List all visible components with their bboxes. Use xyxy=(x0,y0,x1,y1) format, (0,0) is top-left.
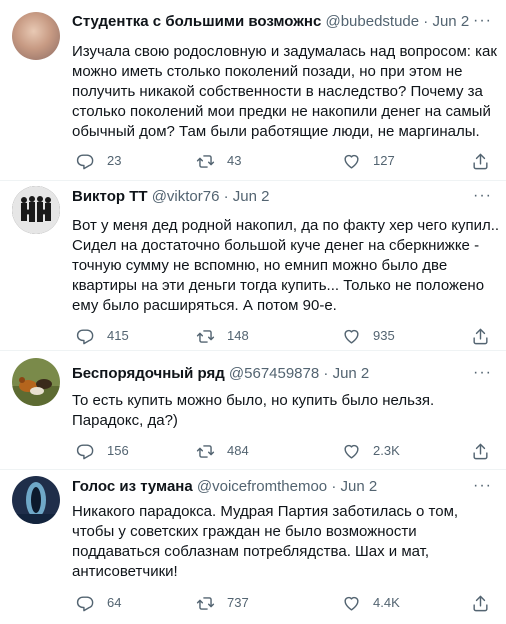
author-name[interactable]: Студентка с большими возможнс xyxy=(72,13,321,30)
more-options-icon[interactable]: ··· xyxy=(473,187,492,205)
like-button[interactable]: 127 xyxy=(342,151,395,171)
like-count: 2.3K xyxy=(373,443,400,458)
share-icon xyxy=(473,595,488,611)
share-icon xyxy=(473,153,488,169)
reply-count: 415 xyxy=(107,328,129,343)
like-count: 935 xyxy=(373,328,395,343)
reply-button[interactable]: 23 xyxy=(76,151,121,171)
tweet-date[interactable]: Jun 2 xyxy=(341,478,378,495)
retweet-count: 737 xyxy=(227,595,249,610)
tweet[interactable]: Беспорядочный ряд @567459878 · Jun 2 ···… xyxy=(0,351,506,470)
tweet-date[interactable]: Jun 2 xyxy=(233,188,270,205)
like-count: 127 xyxy=(373,153,395,168)
separator-dot: · xyxy=(331,478,337,495)
retweet-button[interactable]: 43 xyxy=(196,151,241,171)
retweet-icon xyxy=(196,154,215,168)
heart-icon xyxy=(344,596,359,611)
reply-count: 64 xyxy=(107,595,122,610)
avatar[interactable] xyxy=(12,476,60,524)
tweet-header: Голос из тумана @voicefromthemoo · Jun 2 xyxy=(72,477,494,497)
share-button[interactable] xyxy=(471,326,502,346)
reply-button[interactable]: 415 xyxy=(76,326,129,346)
tweet-actions: 415 148 935 xyxy=(66,326,494,346)
reply-button[interactable]: 64 xyxy=(76,593,121,613)
share-button[interactable] xyxy=(471,151,502,171)
tweet-text: Вот у меня дед родной накопил, да по фак… xyxy=(72,217,500,314)
tweet-text: То есть купить можно было, но купить был… xyxy=(72,392,435,429)
share-button[interactable] xyxy=(471,441,502,461)
author-handle[interactable]: @bubedstude xyxy=(325,13,419,30)
retweet-button[interactable]: 484 xyxy=(196,441,249,461)
retweet-icon xyxy=(196,596,215,610)
tweet-header: Беспорядочный ряд @567459878 · Jun 2 xyxy=(72,364,494,384)
tweet[interactable]: Голос из тумана @voicefromthemoo · Jun 2… xyxy=(0,470,506,624)
separator-dot: · xyxy=(323,365,329,382)
share-icon xyxy=(473,328,488,344)
tweet-date[interactable]: Jun 2 xyxy=(333,365,370,382)
avatar[interactable] xyxy=(12,358,60,406)
reply-button[interactable]: 156 xyxy=(76,441,129,461)
reply-icon xyxy=(76,443,94,459)
author-name[interactable]: Беспорядочный ряд xyxy=(72,365,225,382)
tweet-date[interactable]: Jun 2 xyxy=(432,13,469,30)
avatar-image xyxy=(12,358,60,406)
retweet-count: 43 xyxy=(227,153,242,168)
tweet-header: Виктор ТТ @viktor76 · Jun 2 xyxy=(72,187,494,207)
retweet-count: 484 xyxy=(227,443,249,458)
retweet-button[interactable]: 737 xyxy=(196,593,249,613)
reply-icon xyxy=(76,595,94,611)
separator-dot: · xyxy=(223,188,229,205)
tweet-text: Никакого парадокса. Мудрая Партия заботи… xyxy=(72,503,459,580)
like-count: 4.4K xyxy=(373,595,400,610)
author-handle[interactable]: @567459878 xyxy=(229,365,319,382)
like-button[interactable]: 2.3K xyxy=(342,441,400,461)
tweet-actions: 156 484 2.3K xyxy=(66,441,494,461)
tweet-text: Изучала свою родословную и задумалась на… xyxy=(72,43,497,140)
more-options-icon[interactable]: ··· xyxy=(473,477,492,495)
more-options-icon[interactable]: ··· xyxy=(473,12,492,30)
tweet-actions: 23 43 127 xyxy=(66,151,494,171)
avatar[interactable] xyxy=(12,186,60,234)
tweet-header: Студентка с большими возможнс @bubedstud… xyxy=(72,12,494,32)
avatar-image xyxy=(12,476,60,524)
retweet-icon xyxy=(196,444,215,458)
retweet-icon xyxy=(196,329,215,343)
heart-icon xyxy=(344,444,359,459)
reply-count: 23 xyxy=(107,153,122,168)
reply-icon xyxy=(76,153,94,169)
retweet-button[interactable]: 148 xyxy=(196,326,249,346)
avatar[interactable] xyxy=(12,12,60,60)
retweet-count: 148 xyxy=(227,328,249,343)
separator-dot: · xyxy=(423,13,429,30)
share-button[interactable] xyxy=(471,593,502,613)
author-name[interactable]: Виктор ТТ xyxy=(72,188,148,205)
avatar-image xyxy=(12,186,60,234)
author-name[interactable]: Голос из тумана xyxy=(72,478,193,495)
author-handle[interactable]: @voicefromthemoo xyxy=(197,478,327,495)
author-handle[interactable]: @viktor76 xyxy=(152,188,220,205)
like-button[interactable]: 935 xyxy=(342,326,395,346)
reply-count: 156 xyxy=(107,443,129,458)
reply-icon xyxy=(76,328,94,344)
tweet[interactable]: Студентка с большими возможнс @bubedstud… xyxy=(0,0,506,181)
tweet-actions: 64 737 4.4K xyxy=(66,593,494,613)
tweet[interactable]: Виктор ТТ @viktor76 · Jun 2 ··· Вот у ме… xyxy=(0,181,506,351)
heart-icon xyxy=(344,154,359,169)
heart-icon xyxy=(344,329,359,344)
like-button[interactable]: 4.4K xyxy=(342,593,400,613)
share-icon xyxy=(473,443,488,459)
more-options-icon[interactable]: ··· xyxy=(473,364,492,382)
